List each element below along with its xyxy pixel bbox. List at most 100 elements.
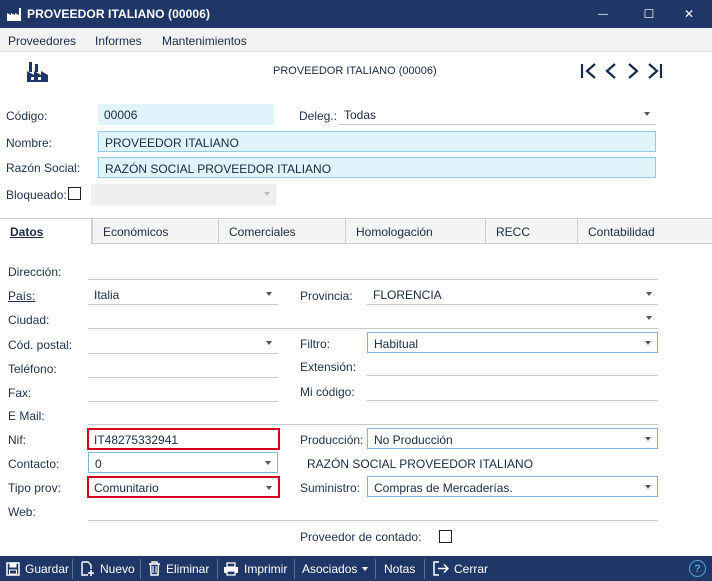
fax-field[interactable] — [88, 381, 278, 402]
email-field[interactable] — [88, 404, 658, 425]
toolbar-divider — [375, 559, 376, 579]
provincia-value: FLORENCIA — [373, 288, 442, 302]
produccion-label: Producción: — [300, 433, 364, 447]
help-glyph: ? — [694, 562, 701, 575]
close-button[interactable]: ✕ — [666, 0, 712, 28]
mi-codigo-field[interactable] — [367, 380, 658, 401]
cp-label: Cód. postal: — [8, 338, 73, 352]
menu-proveedores[interactable]: Proveedores — [8, 34, 76, 48]
nombre-value: PROVEEDOR ITALIANO — [105, 136, 239, 150]
ciudad-label: Ciudad: — [8, 313, 50, 327]
bloqueado-checkbox[interactable] — [68, 187, 81, 200]
imprimir-button[interactable]: Imprimir — [223, 556, 287, 581]
tipo-prov-select[interactable]: Comunitario — [87, 476, 280, 498]
notas-label: Notas — [384, 561, 416, 576]
previous-record-icon[interactable] — [602, 62, 620, 80]
filtro-label: Filtro: — [300, 337, 330, 351]
telefono-label: Teléfono: — [8, 362, 57, 376]
chevron-down-icon — [264, 192, 270, 196]
chevron-down-icon — [266, 486, 272, 490]
imprimir-label: Imprimir — [244, 561, 288, 576]
filtro-value: Habitual — [374, 337, 419, 351]
bloqueado-reason-select[interactable] — [91, 184, 276, 205]
extension-field[interactable] — [367, 355, 658, 376]
proveedor-contado-label: Proveedor de contado: — [300, 530, 422, 544]
caret-down-icon — [362, 566, 369, 571]
deleg-select[interactable]: Todas — [338, 104, 656, 125]
chevron-down-icon — [646, 292, 652, 296]
eliminar-label: Eliminar — [166, 561, 210, 576]
factory-icon — [7, 8, 21, 21]
chevron-down-icon — [266, 292, 272, 296]
tab-economicos[interactable]: Económicos — [92, 218, 219, 244]
nif-field[interactable]: IT48275332941 — [87, 428, 280, 450]
nuevo-button[interactable]: Nuevo — [80, 556, 135, 581]
toolbar-divider — [294, 559, 295, 579]
tipo-prov-value: Comunitario — [94, 481, 159, 495]
contacto-value: 0 — [95, 457, 102, 471]
pais-label[interactable]: País: — [8, 289, 35, 303]
menu-bar: Proveedores Informes Mantenimientos — [0, 28, 712, 52]
exit-icon — [433, 561, 449, 576]
tab-contabilidad[interactable]: Contabilidad — [578, 218, 712, 244]
pais-select[interactable]: Italia — [88, 284, 278, 305]
telefono-field[interactable] — [88, 357, 278, 378]
email-label: E Mail: — [8, 409, 45, 423]
guardar-label: Guardar — [25, 561, 70, 576]
bottom-toolbar: Guardar Nuevo Eliminar Imprimir Asociado… — [0, 556, 712, 581]
contacto-select[interactable]: 0 — [88, 452, 278, 473]
filtro-select[interactable]: Habitual — [367, 332, 658, 353]
bloqueado-label: Bloqueado: — [6, 188, 67, 202]
nombre-label: Nombre: — [6, 136, 53, 150]
nombre-field[interactable]: PROVEEDOR ITALIANO — [98, 131, 656, 152]
tab-datos[interactable]: Datos — [0, 218, 92, 244]
minimize-button[interactable]: — — [580, 0, 626, 28]
direccion-field[interactable] — [88, 259, 658, 280]
chevron-down-icon — [646, 316, 652, 320]
produccion-value: No Producción — [374, 433, 453, 447]
suministro-select[interactable]: Compras de Mercaderías. — [367, 476, 658, 497]
last-record-icon[interactable] — [646, 62, 664, 80]
maximize-icon: ☐ — [643, 7, 655, 21]
ciudad-select[interactable] — [88, 308, 658, 329]
tab-comerciales[interactable]: Comerciales — [219, 218, 346, 244]
menu-informes[interactable]: Informes — [95, 34, 142, 48]
help-icon[interactable]: ? — [689, 560, 706, 577]
pais-value: Italia — [94, 288, 120, 302]
suministro-value: Compras de Mercaderías. — [374, 481, 513, 495]
contacto-name: RAZÓN SOCIAL PROVEEDOR ITALIANO — [307, 457, 534, 471]
record-title: PROVEEDOR ITALIANO (00006) — [273, 65, 437, 77]
suministro-label: Suministro: — [300, 481, 361, 495]
toolbar-divider — [217, 559, 218, 579]
razon-social-value: RAZÓN SOCIAL PROVEEDOR ITALIANO — [105, 162, 332, 176]
toolbar-divider — [140, 559, 141, 579]
razon-social-field[interactable]: RAZÓN SOCIAL PROVEEDOR ITALIANO — [98, 157, 656, 178]
eliminar-button[interactable]: Eliminar — [148, 556, 209, 581]
web-field[interactable] — [88, 500, 658, 521]
nuevo-label: Nuevo — [100, 561, 135, 576]
fax-label: Fax: — [8, 386, 32, 400]
tab-homologacion[interactable]: Homologación — [346, 218, 486, 244]
deleg-label: Deleg.: — [299, 109, 338, 123]
next-record-icon[interactable] — [624, 62, 642, 80]
chevron-down-icon — [644, 112, 650, 116]
menu-mantenimientos[interactable]: Mantenimientos — [162, 34, 247, 48]
cerrar-button[interactable]: Cerrar — [433, 556, 488, 581]
asociados-button[interactable]: Asociados — [302, 556, 369, 581]
chevron-down-icon — [645, 437, 651, 441]
mi-codigo-label: Mi código: — [300, 385, 355, 399]
cp-select[interactable] — [88, 333, 278, 354]
tab-recc[interactable]: RECC — [486, 218, 578, 244]
tab-bar: Datos Económicos Comerciales Homologació… — [0, 218, 712, 244]
provincia-select[interactable]: FLORENCIA — [367, 284, 658, 305]
tab-contabilidad-label: Contabilidad — [588, 225, 655, 239]
proveedor-contado-checkbox[interactable] — [439, 530, 452, 543]
notas-button[interactable]: Notas — [384, 556, 415, 581]
produccion-select[interactable]: No Producción — [367, 428, 658, 449]
extension-label: Extensión: — [300, 360, 357, 374]
codigo-label: Código: — [6, 109, 48, 123]
codigo-field[interactable]: 00006 — [98, 104, 274, 125]
asociados-label: Asociados — [302, 561, 358, 576]
guardar-button[interactable]: Guardar — [6, 556, 69, 581]
first-record-icon[interactable] — [580, 62, 598, 80]
